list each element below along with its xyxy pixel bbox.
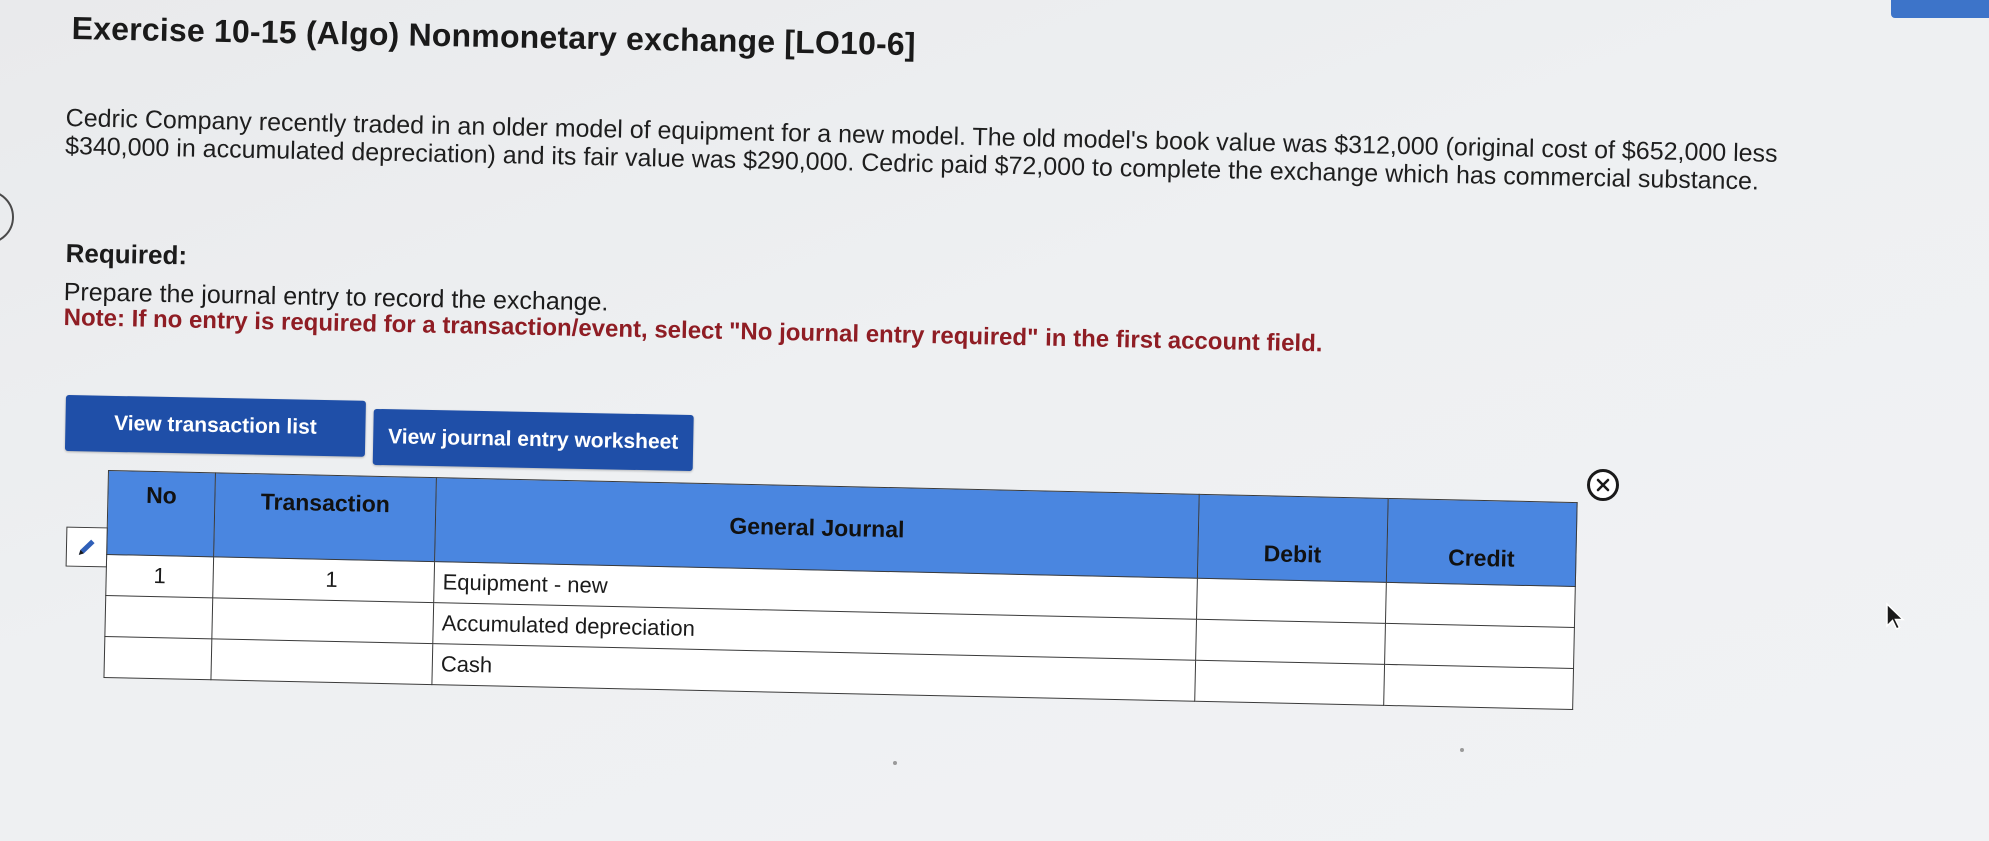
- row-transaction-cell: [211, 597, 434, 644]
- note-text: Note: If no entry is required for a tran…: [63, 304, 1323, 358]
- view-journal-entry-worksheet-button[interactable]: View journal entry worksheet: [372, 408, 694, 472]
- credit-cell[interactable]: [1384, 623, 1575, 669]
- view-transaction-list-button[interactable]: View transaction list: [64, 395, 366, 457]
- mouse-cursor-icon: [1886, 602, 1905, 631]
- credit-cell[interactable]: [1383, 664, 1574, 710]
- pencil-icon: [78, 539, 95, 555]
- journal-table-container: No Transaction General Journal Debit Cre…: [103, 470, 1578, 710]
- debit-cell[interactable]: [1194, 660, 1385, 706]
- close-circle-icon[interactable]: [1587, 469, 1619, 501]
- header-transaction: Transaction: [213, 472, 437, 562]
- journal-table: No Transaction General Journal Debit Cre…: [103, 470, 1578, 710]
- row-transaction-cell: [210, 638, 433, 685]
- speck: [893, 761, 897, 765]
- header-debit: Debit: [1197, 494, 1389, 583]
- debit-cell[interactable]: [1196, 578, 1387, 624]
- page: Exercise 10-15 (Algo) Nonmonetary exchan…: [0, 0, 1989, 841]
- exercise-title: Exercise 10-15 (Algo) Nonmonetary exchan…: [71, 10, 917, 63]
- row-no-cell: [103, 636, 212, 680]
- partial-circle-icon: [0, 190, 14, 244]
- edit-row-button[interactable]: [65, 526, 109, 568]
- row-transaction-cell: 1: [212, 556, 435, 603]
- close-x-icon: [1596, 478, 1610, 492]
- required-heading: Required:: [65, 238, 188, 271]
- credit-cell[interactable]: [1385, 582, 1576, 628]
- top-right-tab[interactable]: [1891, 0, 1989, 18]
- debit-cell[interactable]: [1195, 619, 1386, 665]
- speck: [1460, 748, 1464, 752]
- row-no-cell: [104, 595, 213, 639]
- header-no: No: [106, 470, 216, 557]
- header-credit: Credit: [1386, 498, 1578, 587]
- row-no-cell: 1: [105, 554, 214, 598]
- problem-text: Cedric Company recently traded in an old…: [64, 104, 1778, 196]
